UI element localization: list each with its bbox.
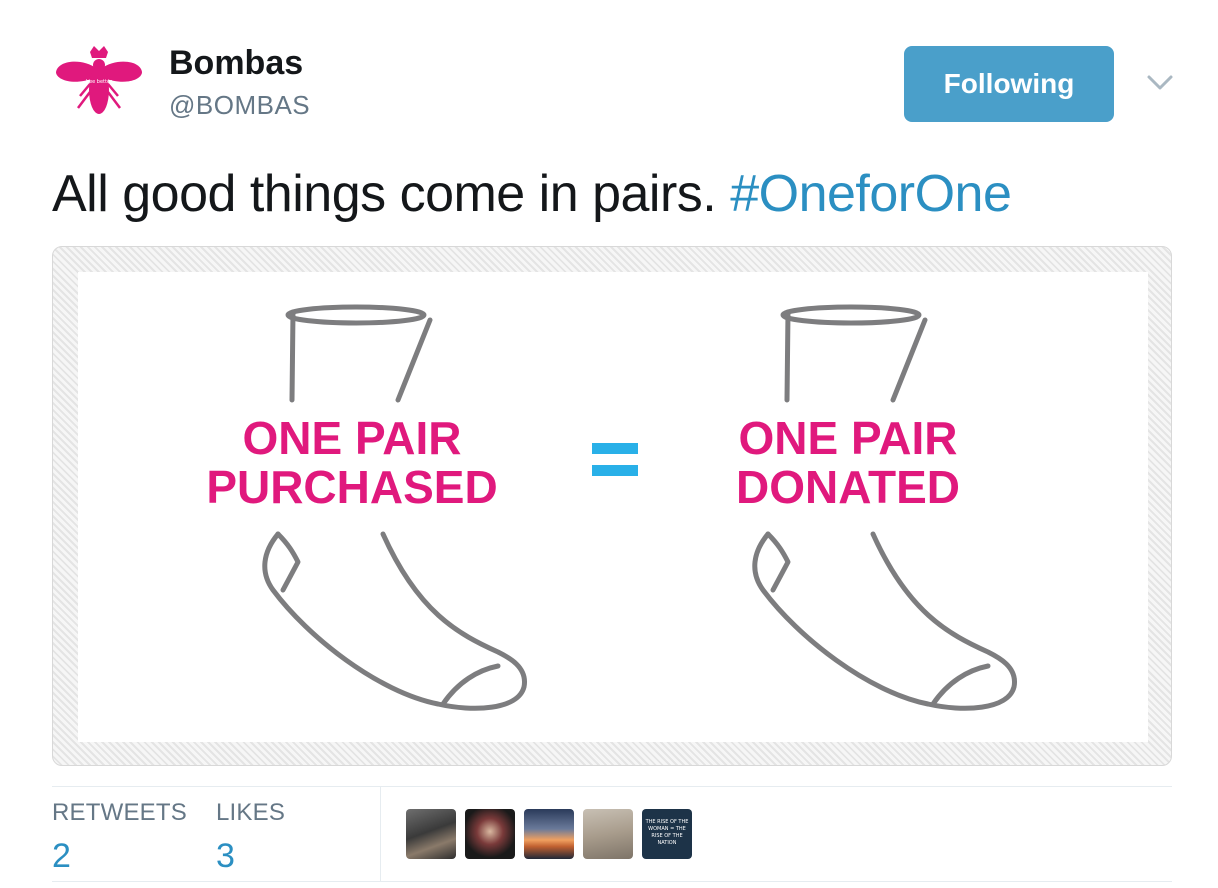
author-name[interactable]: Bombas [169, 44, 303, 83]
tweet-text: All good things come in pairs. #OneforOn… [52, 164, 1012, 224]
one-for-one-graphic: ONE PAIR PURCHASED ONE PAIR DONATED [206, 304, 1017, 711]
right-label-line1: ONE PAIR [739, 412, 958, 464]
avatar-text: bee better [86, 79, 113, 85]
chevron-down-icon [1147, 75, 1173, 90]
retweets-label: RETWEETS [52, 799, 187, 826]
likes-count: 3 [216, 837, 235, 875]
tweet-body: All good things come in pairs. [52, 165, 717, 223]
tweet-media[interactable]: ONE PAIR PURCHASED ONE PAIR DONATED [52, 246, 1172, 766]
left-label-line2: PURCHASED [206, 461, 497, 513]
tweet-stats: RETWEETS 2 LIKES 3 THE RISE OF THE WOMAN… [52, 786, 1172, 882]
liker-avatar[interactable] [465, 809, 515, 859]
likes-stat[interactable]: LIKES 3 [216, 799, 285, 876]
liker-avatar-caption: THE RISE OF THE WOMAN = THE RISE OF THE … [645, 819, 689, 846]
likes-label: LIKES [216, 799, 286, 826]
liker-avatar[interactable] [406, 809, 456, 859]
stats-divider [380, 787, 381, 881]
retweets-count: 2 [52, 837, 71, 875]
author-handle[interactable]: @BOMBAS [169, 90, 310, 121]
bee-logo-icon: bee better [56, 46, 142, 114]
liker-avatar[interactable]: THE RISE OF THE WOMAN = THE RISE OF THE … [642, 809, 692, 859]
hashtag-link[interactable]: #OneforOne [730, 165, 1012, 223]
tweet-header: bee better Bombas @BOMBAS Following [52, 38, 1182, 132]
equals-sign [592, 443, 638, 476]
following-button[interactable]: Following [904, 46, 1114, 122]
liker-avatar[interactable] [583, 809, 633, 859]
retweets-stat[interactable]: RETWEETS 2 [52, 799, 187, 876]
right-label-line2: DONATED [736, 461, 960, 513]
author-avatar[interactable]: bee better [52, 38, 146, 132]
tweet-menu-button[interactable] [1142, 64, 1178, 100]
liker-avatar[interactable] [524, 809, 574, 859]
liker-avatars: THE RISE OF THE WOMAN = THE RISE OF THE … [406, 809, 692, 859]
media-image: ONE PAIR PURCHASED ONE PAIR DONATED [78, 272, 1148, 742]
left-label-line1: ONE PAIR [243, 412, 462, 464]
